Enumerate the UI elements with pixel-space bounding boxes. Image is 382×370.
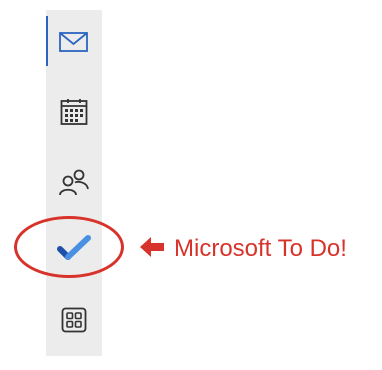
nav-calendar-button[interactable] <box>48 86 100 138</box>
mail-icon <box>59 31 89 53</box>
nav-apps-button[interactable] <box>48 294 100 346</box>
nav-mail-button[interactable] <box>48 16 100 68</box>
calendar-icon <box>60 98 88 126</box>
arrow-left-icon <box>140 236 164 262</box>
people-icon <box>58 168 90 196</box>
annotation-label: Microsoft To Do! <box>174 235 347 262</box>
todo-checkmark-icon <box>57 234 91 262</box>
nav-people-button[interactable] <box>48 156 100 208</box>
apps-grid-icon <box>61 307 87 333</box>
nav-todo-button[interactable] <box>48 222 100 274</box>
annotation-callout: Microsoft To Do! <box>140 234 347 264</box>
